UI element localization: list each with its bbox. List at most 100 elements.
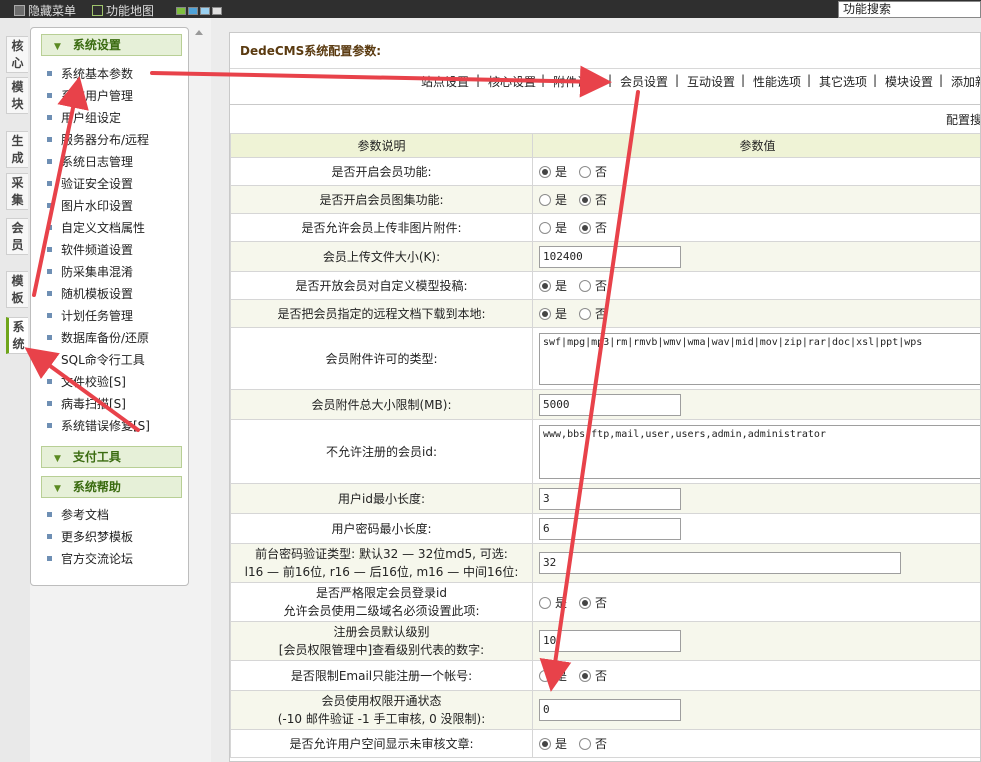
config-tab[interactable]: 站点设置 (421, 73, 469, 90)
radio-option-yes[interactable]: 是 (539, 165, 567, 179)
radio-button[interactable] (539, 670, 551, 682)
radio-button[interactable] (539, 308, 551, 320)
config-value-cell: 是否 (532, 185, 980, 214)
radio-option-yes[interactable]: 是 (539, 193, 567, 207)
menu-item[interactable]: SQL命令行工具 (47, 351, 145, 368)
vtab-6[interactable]: 系统 (6, 317, 28, 354)
vtab-5[interactable]: 模板 (6, 271, 28, 308)
config-search-label[interactable]: 配置搜 (946, 111, 980, 128)
menu-item[interactable]: 病毒扫描[S] (47, 395, 126, 412)
radio-button[interactable] (579, 166, 592, 178)
config-tab[interactable]: 模块设置 (885, 73, 933, 90)
vtab-3[interactable]: 采集 (6, 173, 28, 210)
theme-swatch[interactable] (188, 7, 198, 15)
radio-option-yes[interactable]: 是 (539, 596, 567, 610)
radio-button[interactable] (539, 738, 551, 750)
config-tab[interactable]: 其它选项 (819, 73, 867, 90)
radio-option-no[interactable]: 否 (579, 596, 607, 610)
config-textarea[interactable]: swf|mpg|mp3|rm|rmvb|wmv|wma|wav|mid|mov|… (539, 332, 980, 385)
config-tab[interactable]: 互动设置 (687, 73, 735, 90)
sidebar-icon (14, 5, 25, 16)
vtab-2[interactable]: 生成 (6, 131, 28, 168)
chevron-down-icon: ▼ (54, 484, 61, 494)
config-text-input[interactable]: 3 (539, 487, 681, 510)
config-text-input[interactable]: 102400 (539, 245, 681, 268)
menu-item[interactable]: 软件频道设置 (47, 241, 133, 258)
radio-option-no[interactable]: 否 (579, 307, 607, 321)
vtab-4[interactable]: 会员 (6, 218, 28, 255)
menu-item[interactable]: 文件校验[S] (47, 373, 126, 390)
collapse-arrow-icon[interactable] (195, 30, 203, 35)
menu-item[interactable]: 参考文档 (47, 506, 109, 523)
config-text-input[interactable]: 32 (539, 552, 901, 574)
config-tab[interactable]: 附件设置 (553, 73, 601, 90)
chevron-down-icon: ▼ (54, 454, 61, 464)
config-tab[interactable]: 性能选项 (753, 73, 801, 90)
config-row: 前台密码验证类型: 默认32 — 32位md5, 可选: l16 — 前16位, … (230, 543, 980, 583)
radio-option-no[interactable]: 否 (579, 193, 607, 207)
config-textarea[interactable]: www,bbs,ftp,mail,user,users,admin,admini… (539, 424, 980, 479)
menu-item[interactable]: 数据库备份/还原 (47, 329, 149, 346)
radio-option-no[interactable]: 否 (579, 279, 607, 293)
config-value-cell: 是否 (532, 299, 980, 328)
theme-swatches[interactable] (176, 4, 224, 18)
theme-swatch[interactable] (200, 7, 210, 15)
radio-option-yes[interactable]: 是 (539, 279, 567, 293)
menu-section-header[interactable]: ▼ 系统帮助 (41, 476, 182, 498)
menu-section-header[interactable]: ▼ 系统设置 (41, 34, 182, 56)
menu-collapse-strip[interactable] (189, 18, 211, 762)
hide-menu-button[interactable]: 隐藏菜单 (14, 2, 76, 19)
config-tab[interactable]: 核心设置 (488, 73, 536, 90)
menu-item[interactable]: 自定义文档属性 (47, 219, 145, 236)
menu-section-header[interactable]: ▼ 支付工具 (41, 446, 182, 468)
menu-item[interactable]: 官方交流论坛 (47, 550, 133, 567)
menu-item[interactable]: 系统基本参数 (47, 65, 133, 82)
menu-item[interactable]: 系统日志管理 (47, 153, 133, 170)
config-tab[interactable]: 添加新 (951, 73, 980, 90)
radio-button[interactable] (579, 738, 592, 750)
radio-button[interactable] (539, 166, 551, 178)
theme-swatch[interactable] (212, 7, 222, 15)
function-map-button[interactable]: 功能地图 (92, 2, 154, 19)
radio-option-yes[interactable]: 是 (539, 221, 567, 235)
radio-button[interactable] (579, 670, 592, 682)
radio-button[interactable] (539, 194, 551, 206)
menu-item[interactable]: 验证安全设置 (47, 175, 133, 192)
radio-option-yes[interactable]: 是 (539, 307, 567, 321)
menu-item[interactable]: 系统用户管理 (47, 87, 133, 104)
radio-button[interactable] (539, 280, 551, 292)
vtab-0[interactable]: 核心 (6, 36, 28, 73)
config-text-input[interactable]: 10 (539, 630, 681, 652)
function-search-input[interactable]: 功能搜索 (838, 1, 981, 18)
radio-button[interactable] (539, 222, 551, 234)
radio-button[interactable] (579, 596, 592, 609)
config-tab[interactable]: 会员设置 (620, 73, 668, 90)
radio-button[interactable] (579, 280, 592, 292)
radio-option-no[interactable]: 否 (579, 737, 607, 751)
vtab-1[interactable]: 模块 (6, 77, 28, 114)
radio-option-no[interactable]: 否 (579, 669, 607, 683)
radio-label: 是 (555, 669, 568, 683)
config-label-cell: 是否开启会员图集功能: (230, 185, 533, 214)
radio-button[interactable] (539, 596, 551, 609)
theme-swatch[interactable] (176, 7, 186, 15)
radio-button[interactable] (579, 308, 592, 320)
radio-option-yes[interactable]: 是 (539, 669, 567, 683)
menu-item[interactable]: 随机模板设置 (47, 285, 133, 302)
radio-option-no[interactable]: 否 (579, 165, 607, 179)
config-text-input[interactable]: 5000 (539, 393, 681, 416)
radio-button[interactable] (579, 194, 592, 206)
menu-item[interactable]: 用户组设定 (47, 109, 121, 126)
radio-option-yes[interactable]: 是 (539, 737, 567, 751)
config-text-input[interactable]: 0 (539, 699, 681, 721)
menu-item[interactable]: 计划任务管理 (47, 307, 133, 324)
radio-option-no[interactable]: 否 (579, 221, 607, 235)
config-label: 会员上传文件大小(K): (322, 249, 441, 264)
menu-item[interactable]: 防采集串混淆 (47, 263, 133, 280)
radio-button[interactable] (579, 222, 592, 234)
menu-item[interactable]: 图片水印设置 (47, 197, 133, 214)
menu-item[interactable]: 服务器分布/远程 (47, 131, 149, 148)
menu-item[interactable]: 更多织梦模板 (47, 528, 133, 545)
config-text-input[interactable]: 6 (539, 517, 681, 540)
menu-item[interactable]: 系统错误修复[S] (47, 417, 150, 434)
